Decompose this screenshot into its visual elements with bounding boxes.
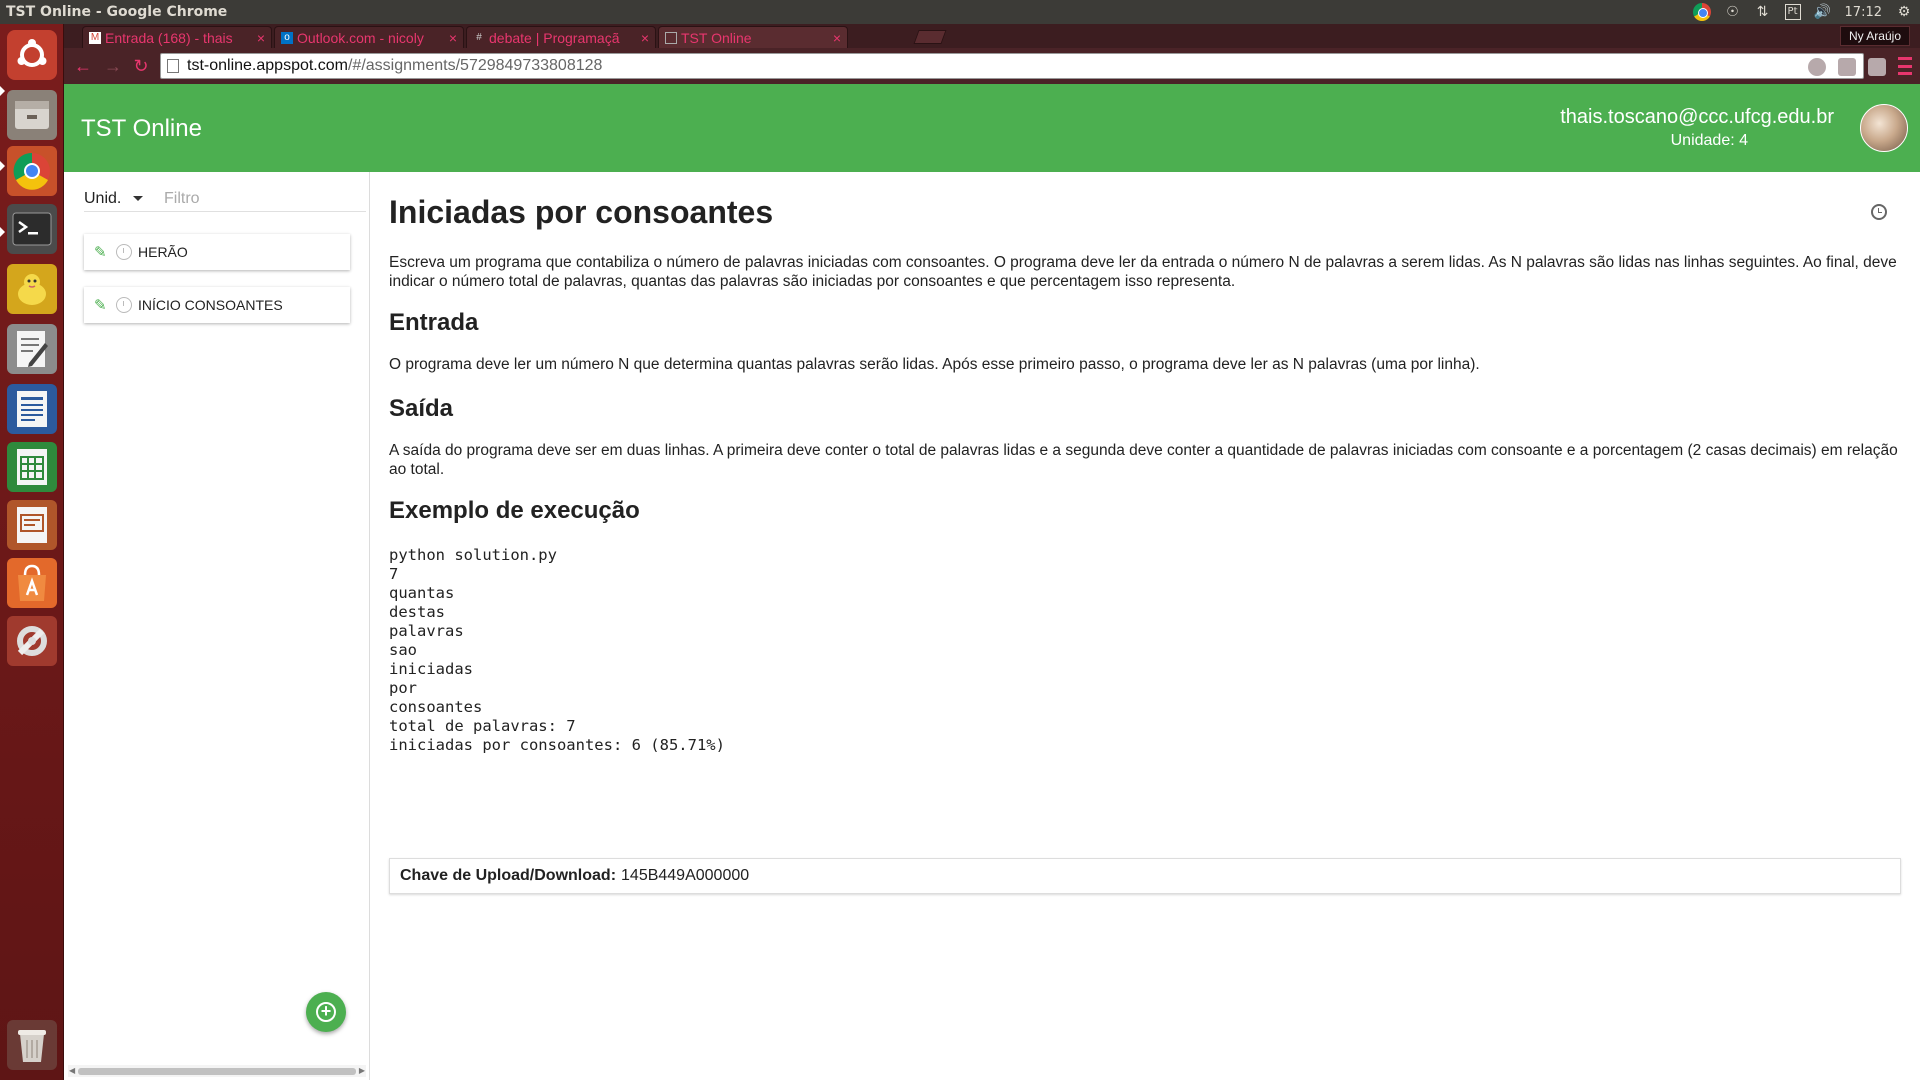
assignment-detail: Iniciadas por consoantes Escreva um prog… — [389, 172, 1901, 1080]
example-heading: Exemplo de execução — [389, 497, 640, 524]
horizontal-scrollbar[interactable]: ◀ ▶ — [68, 1065, 366, 1077]
app: TST Online thais.toscano@ccc.ufcg.edu.br… — [64, 84, 1920, 1080]
input-heading: Entrada — [389, 309, 479, 336]
back-arrow-icon[interactable]: ← — [70, 53, 96, 79]
forward-arrow-icon[interactable]: → — [100, 53, 126, 79]
tab-label: debate | Programaçã — [489, 29, 620, 46]
text-editor-icon[interactable] — [7, 324, 57, 374]
current-unit: Unidade: 4 — [1670, 132, 1748, 149]
outlook-icon: o — [281, 31, 293, 44]
sidebar: Unid. ✎ HERÃO ✎ INÍCIO CONSOANTES + ◀ ▶ — [64, 172, 370, 1080]
close-tab-icon[interactable]: × — [641, 30, 649, 46]
upload-key-box: Chave de Upload/Download: 145B449A000000 — [389, 858, 1901, 894]
close-tab-icon[interactable]: × — [449, 30, 457, 46]
url-path: /#/assignments/5729849733808128 — [347, 57, 603, 74]
tab-label: Entrada (168) - thais — [105, 29, 233, 46]
keyboard-layout-indicator[interactable]: Pt — [1784, 4, 1801, 20]
assignment-item[interactable]: ✎ INÍCIO CONSOANTES — [84, 287, 350, 323]
extension-icon[interactable] — [1808, 58, 1826, 76]
page-title: Iniciadas por consoantes — [389, 194, 774, 230]
app-brand[interactable]: TST Online — [81, 115, 202, 143]
clock[interactable]: 17:12 — [1845, 5, 1882, 20]
launcher — [0, 24, 64, 1080]
pencil-icon[interactable]: ✎ — [94, 243, 112, 261]
tab-debate[interactable]: # debate | Programaçã × — [466, 26, 656, 48]
gmail-icon: M — [89, 31, 101, 44]
browser-toolbar: ← → ↻ tst-online.appspot.com /#/assignme… — [64, 48, 1920, 84]
network-icon[interactable]: ⇅ — [1755, 4, 1771, 20]
running-indicator — [0, 161, 5, 171]
tab-label: Outlook.com - nicoly — [297, 29, 424, 46]
close-tab-icon[interactable]: × — [257, 30, 265, 46]
tab-strip: M Entrada (168) - thais × o Outlook.com … — [64, 24, 1920, 48]
app-header: TST Online thais.toscano@ccc.ufcg.edu.br… — [64, 84, 1920, 172]
libreoffice-impress-icon[interactable] — [7, 500, 57, 550]
system-settings-icon[interactable] — [7, 616, 57, 666]
user-email[interactable]: thais.toscano@ccc.ufcg.edu.br — [1560, 106, 1834, 129]
window-title: TST Online - Google Chrome — [6, 4, 228, 20]
unit-select[interactable]: Unid. — [84, 190, 164, 208]
libreoffice-calc-icon[interactable] — [7, 442, 57, 492]
add-assignment-button[interactable]: + — [306, 992, 346, 1032]
page-info-icon[interactable] — [167, 59, 179, 73]
history-icon[interactable] — [1871, 204, 1887, 220]
tab-label: TST Online — [681, 29, 752, 46]
chevron-down-icon — [133, 196, 144, 201]
tab-outlook[interactable]: o Outlook.com - nicoly × — [274, 26, 464, 48]
example-code: python solution.py 7 quantas destas pala… — [389, 546, 725, 754]
terminal-icon[interactable] — [7, 204, 57, 254]
assignment-label: INÍCIO CONSOANTES — [138, 297, 283, 313]
description-text: Escreva um programa que contabiliza o nú… — [389, 254, 1897, 290]
hash-icon: # — [476, 32, 482, 43]
pencil-icon[interactable]: ✎ — [94, 296, 112, 314]
output-heading: Saída — [389, 395, 454, 422]
page-icon — [665, 31, 677, 44]
chrome-menu-icon[interactable] — [1898, 57, 1912, 75]
filter-input[interactable] — [164, 189, 344, 208]
output-text: A saída do programa deve ser em duas lin… — [389, 442, 1898, 478]
tab-tst-online[interactable]: TST Online × — [658, 26, 848, 48]
extension-icon[interactable] — [1868, 58, 1886, 76]
clock-icon — [116, 297, 132, 313]
reload-icon[interactable]: ↻ — [128, 53, 154, 79]
upload-key-value[interactable]: 145B449A000000 — [621, 867, 749, 885]
unit-select-label: Unid. — [84, 189, 122, 207]
address-bar[interactable]: tst-online.appspot.com /#/assignments/57… — [160, 53, 1864, 79]
url-host: tst-online.appspot.com — [187, 57, 348, 74]
assignment-item[interactable]: ✎ HERÃO — [84, 234, 350, 270]
tab-gmail[interactable]: M Entrada (168) - thais × — [82, 26, 272, 48]
ubuntu-dash-icon[interactable] — [7, 30, 57, 80]
top-panel: TST Online - Google Chrome ☉ ⇅ Pt 🔊 17:1… — [0, 0, 1920, 24]
scroll-left-icon[interactable]: ◀ — [69, 1066, 75, 1075]
new-tab-button[interactable] — [913, 30, 947, 44]
extension-icon[interactable] — [1838, 58, 1856, 76]
files-icon[interactable] — [7, 90, 57, 140]
assignment-label: HERÃO — [138, 244, 188, 260]
plus-icon: + — [316, 1002, 336, 1022]
software-center-icon[interactable] — [7, 558, 57, 608]
messaging-icon[interactable]: ☉ — [1725, 4, 1741, 20]
upload-key-label: Chave de Upload/Download: — [400, 867, 617, 884]
system-tray: ☉ ⇅ Pt 🔊 17:12 ⚙ — [1692, 3, 1920, 21]
chrome-tray-icon[interactable] — [1692, 3, 1711, 21]
running-indicator — [0, 227, 5, 237]
running-indicator — [0, 86, 5, 96]
volume-icon[interactable]: 🔊 — [1814, 4, 1831, 20]
close-tab-icon[interactable]: × — [833, 30, 841, 46]
settings-gear-icon[interactable]: ⚙ — [1896, 4, 1912, 20]
trash-icon[interactable] — [7, 1020, 57, 1070]
clock-icon — [116, 244, 132, 260]
profile-button[interactable]: Ny Araújo — [1839, 26, 1910, 46]
filter-bar: Unid. — [84, 186, 366, 212]
scrollbar-thumb[interactable] — [78, 1068, 356, 1075]
chrome-icon[interactable] — [7, 146, 57, 196]
libreoffice-writer-icon[interactable] — [7, 384, 57, 434]
input-text: O programa deve ler um número N que dete… — [389, 356, 1480, 373]
pidgin-icon[interactable] — [7, 264, 57, 314]
avatar[interactable] — [1860, 104, 1908, 152]
scroll-right-icon[interactable]: ▶ — [359, 1066, 365, 1075]
